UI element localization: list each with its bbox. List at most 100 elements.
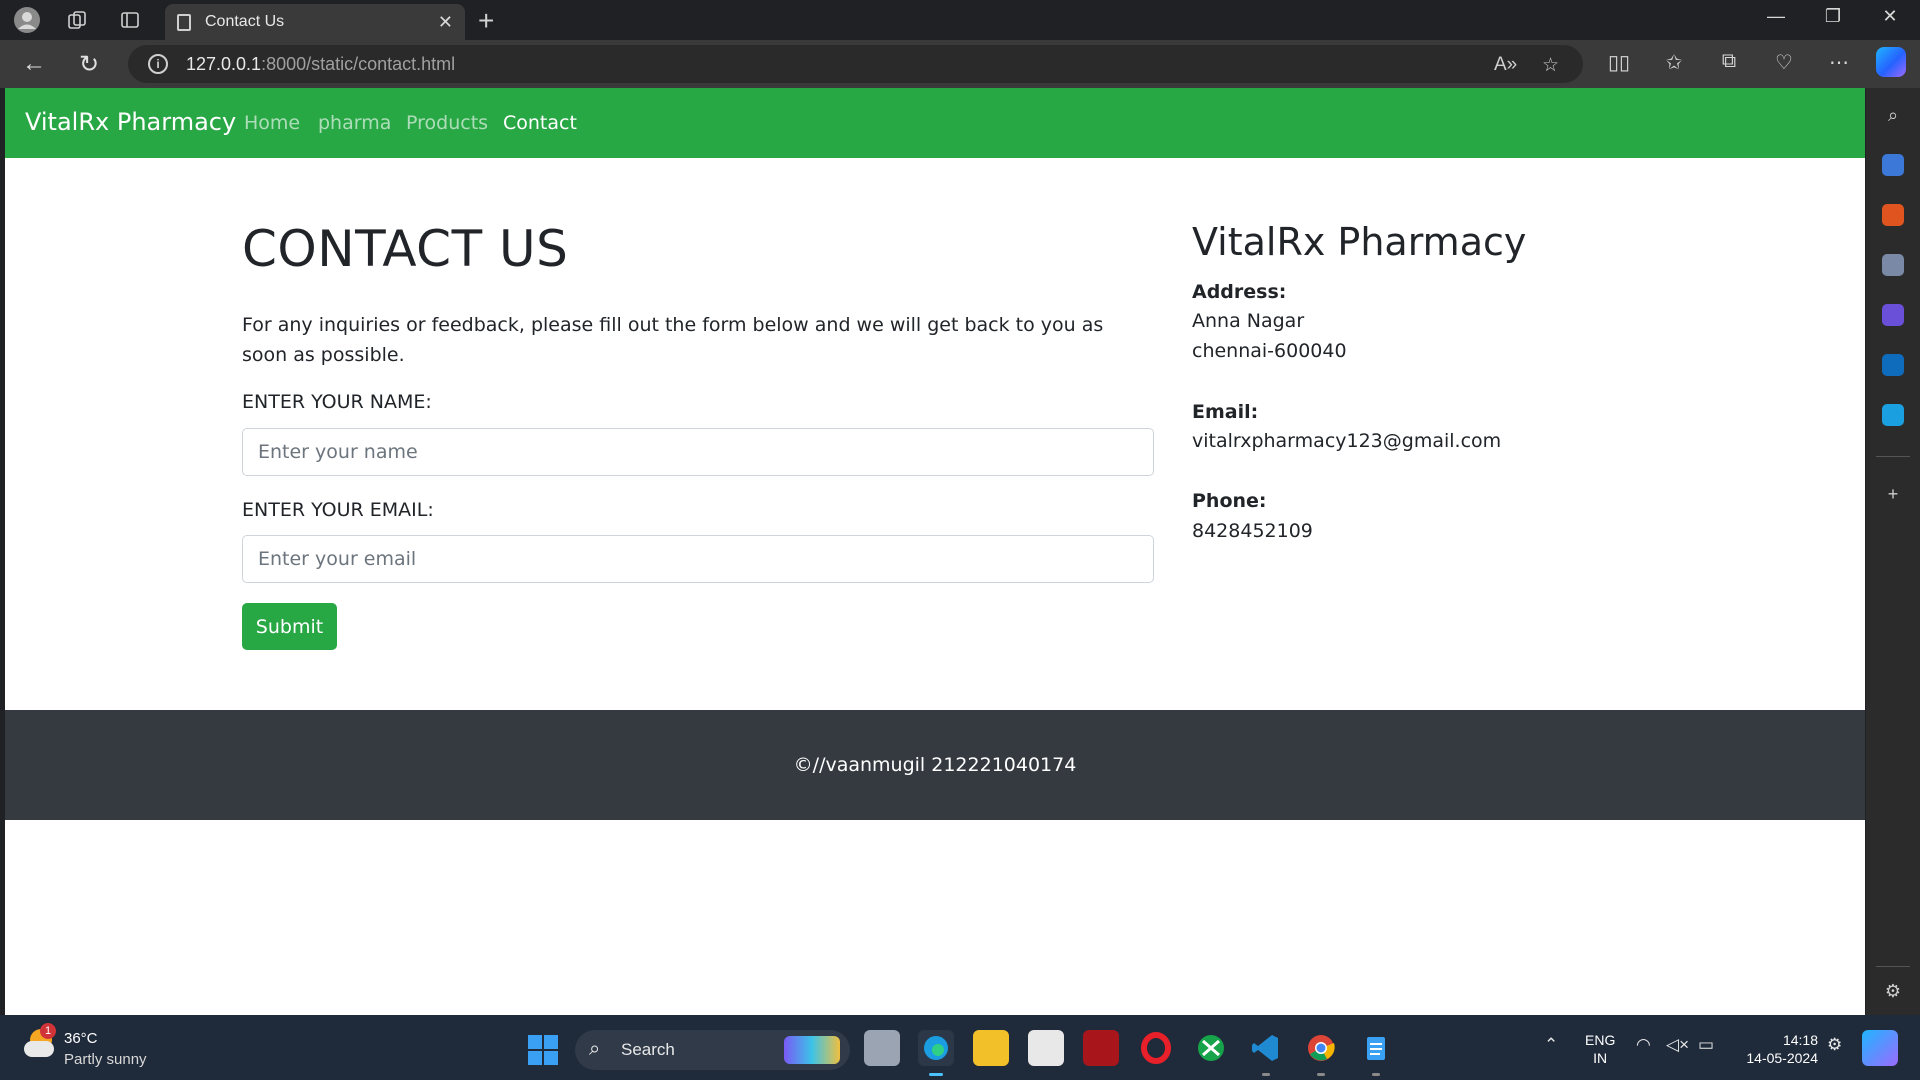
site-footer: ©//vaanmugil 212221040174	[5, 710, 1865, 820]
microsoft-365-icon[interactable]	[1882, 304, 1904, 326]
drop-icon[interactable]	[1882, 404, 1904, 426]
name-input[interactable]	[242, 428, 1154, 476]
back-icon[interactable]: ←	[18, 50, 50, 78]
split-screen-icon[interactable]: ▯▯	[1603, 50, 1635, 75]
task-view-icon[interactable]	[864, 1030, 900, 1066]
battery-icon[interactable]: ▭	[1698, 1035, 1714, 1055]
restore-icon[interactable]: ❐	[1813, 6, 1853, 27]
add-sidebar-app-icon[interactable]: +	[1882, 483, 1904, 505]
nav-products[interactable]: Products	[406, 112, 488, 134]
running-indicator	[1372, 1073, 1380, 1076]
phone-value: 8428452109	[1192, 520, 1313, 542]
favorites-icon[interactable]: ✩	[1658, 50, 1690, 75]
nav-home[interactable]: Home	[244, 112, 300, 134]
submit-button[interactable]: Submit	[242, 603, 337, 650]
weather-icon[interactable]: 1	[24, 1023, 58, 1063]
search-icon: ⌕	[589, 1038, 601, 1060]
settings-gear-icon[interactable]: ⚙	[1827, 1035, 1842, 1055]
xbox-icon[interactable]	[1193, 1030, 1229, 1066]
workspaces-icon[interactable]	[64, 7, 90, 33]
opera-icon[interactable]	[1138, 1030, 1174, 1066]
nav-pharma[interactable]: pharma	[318, 112, 391, 134]
shopping-tag-icon[interactable]	[1882, 154, 1904, 176]
phone-label: Phone:	[1192, 490, 1267, 512]
email-info-label: Email:	[1192, 401, 1259, 423]
weather-temperature[interactable]: 36°C	[64, 1030, 98, 1047]
favorite-star-icon[interactable]: ☆	[1542, 54, 1559, 77]
refresh-icon[interactable]: ↻	[73, 50, 105, 79]
address-bar[interactable]: i 127.0.0.1:8000/static/contact.html A» …	[128, 45, 1583, 83]
clock-time: 14:18	[1782, 1032, 1818, 1048]
edge-taskbar-icon[interactable]	[918, 1030, 954, 1076]
collections-icon[interactable]: ⧉	[1713, 50, 1745, 73]
tools-icon[interactable]	[1882, 204, 1904, 226]
start-button-icon[interactable]	[528, 1035, 558, 1065]
tab-title: Contact Us	[205, 13, 285, 30]
sidebar-divider-bottom	[1876, 966, 1910, 967]
new-tab-icon[interactable]: +	[478, 5, 494, 37]
search-highlight-icon	[784, 1036, 840, 1064]
footer-text: ©//vaanmugil 212221040174	[793, 754, 1077, 776]
input-language[interactable]: ENG IN	[1585, 1031, 1615, 1067]
edge-sidebar: ⌕ + ⚙	[1866, 88, 1920, 1015]
running-indicator	[1262, 1073, 1270, 1076]
vscode-icon[interactable]	[1248, 1030, 1284, 1076]
copilot-taskbar-icon[interactable]	[1862, 1030, 1898, 1066]
profile-icon[interactable]	[14, 7, 40, 33]
browser-essentials-icon[interactable]: ♡	[1768, 50, 1800, 75]
minimize-icon[interactable]: —	[1756, 6, 1796, 27]
taskbar-search-label: Search	[621, 1040, 675, 1059]
games-icon[interactable]	[1882, 254, 1904, 276]
address-label: Address:	[1192, 281, 1287, 303]
contact-intro: For any inquiries or feedback, please fi…	[242, 314, 1104, 366]
active-indicator	[929, 1073, 943, 1076]
clock-date: 14-05-2024	[1746, 1050, 1818, 1066]
page-icon	[177, 13, 191, 31]
url-host: 127.0.0.1	[186, 54, 262, 74]
microsoft-store-icon[interactable]	[1028, 1030, 1064, 1066]
sidebar-search-icon[interactable]: ⌕	[1882, 104, 1904, 126]
xbox-logo-icon	[1198, 1035, 1224, 1061]
read-aloud-icon[interactable]: A»	[1494, 54, 1517, 76]
email-input[interactable]	[242, 535, 1154, 583]
weather-condition[interactable]: Partly sunny	[64, 1051, 147, 1068]
site-navbar: VitalRx Pharmacy Home pharma Products Co…	[5, 88, 1865, 158]
chrome-icon[interactable]	[1303, 1030, 1339, 1076]
site-brand[interactable]: VitalRx Pharmacy	[25, 108, 236, 136]
game-app-icon[interactable]	[1083, 1030, 1119, 1066]
taskbar-search[interactable]: ⌕ Search	[575, 1030, 850, 1070]
wifi-icon[interactable]: ◠	[1636, 1035, 1651, 1055]
windows-taskbar: 1 36°C Partly sunny ⌕ Search ⌃ ENG IN ◠ …	[0, 1015, 1920, 1080]
cloud-shape	[24, 1041, 54, 1057]
close-window-icon[interactable]: ✕	[1870, 6, 1910, 27]
language-code: ENG	[1585, 1032, 1616, 1048]
region-code: IN	[1593, 1050, 1608, 1066]
address-line-2: chennai-600040	[1192, 340, 1347, 362]
running-indicator	[1317, 1073, 1325, 1076]
show-hidden-icons-icon[interactable]: ⌃	[1544, 1035, 1558, 1055]
notepad-logo-icon	[1367, 1037, 1385, 1060]
close-tab-icon[interactable]: ✕	[438, 12, 453, 33]
site-info-icon[interactable]: i	[148, 54, 168, 74]
vscode-logo-icon	[1252, 1035, 1278, 1061]
volume-muted-icon[interactable]: ◁×	[1666, 1035, 1689, 1055]
edge-logo-icon	[924, 1036, 948, 1060]
outlook-icon[interactable]	[1882, 354, 1904, 376]
more-menu-icon[interactable]: ⋯	[1823, 50, 1855, 75]
chrome-logo-icon	[1308, 1035, 1335, 1061]
email-label: ENTER YOUR EMAIL:	[242, 499, 434, 521]
file-explorer-icon[interactable]	[973, 1030, 1009, 1066]
system-clock[interactable]: 14:18 14-05-2024	[1738, 1031, 1818, 1067]
email-info-value: vitalrxpharmacy123@gmail.com	[1192, 430, 1502, 452]
copilot-icon[interactable]	[1876, 47, 1906, 77]
url-text[interactable]: 127.0.0.1:8000/static/contact.html	[186, 54, 455, 75]
page-viewport: VitalRx Pharmacy Home pharma Products Co…	[5, 88, 1865, 1015]
notepad-icon[interactable]	[1358, 1030, 1394, 1076]
address-line-1: Anna Nagar	[1192, 310, 1305, 332]
browser-tab[interactable]: Contact Us ✕	[165, 4, 465, 40]
sidebar-settings-icon[interactable]: ⚙	[1882, 980, 1904, 1002]
browser-title-bar: Contact Us ✕ + — ❐ ✕	[0, 0, 1920, 40]
nav-contact[interactable]: Contact	[503, 112, 577, 134]
tab-actions-icon[interactable]	[117, 7, 143, 33]
weather-badge: 1	[40, 1023, 56, 1039]
